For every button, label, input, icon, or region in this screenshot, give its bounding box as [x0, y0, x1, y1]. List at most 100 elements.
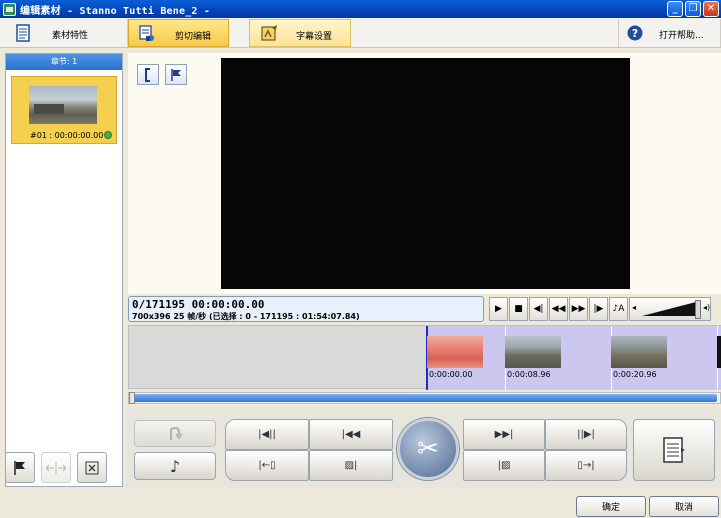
stop-icon: ■: [514, 304, 523, 314]
volume-up-icon: ◂): [703, 303, 711, 312]
play-button[interactable]: ▶: [489, 297, 508, 321]
dialog-footer: 确定 取消: [0, 492, 721, 518]
cut-button[interactable]: ✂: [397, 418, 459, 480]
set-end-button[interactable]: ▯→|: [545, 450, 627, 481]
step-forward-icon: |▶: [593, 304, 604, 314]
arrows-horizontal-icon: [45, 461, 67, 474]
cut-start-icon: ▨|: [344, 460, 358, 471]
next-cut-button[interactable]: ▶▶|: [463, 419, 545, 450]
transport-controls: ▶ ■ ◀| ◀◀ ▶▶ |▶ ♪A ◂ ◂): [489, 297, 721, 321]
delete-chapter-button[interactable]: [77, 452, 107, 483]
minimize-button[interactable]: _: [667, 1, 683, 17]
step-to-mark-icon: |◀||: [258, 429, 276, 440]
chapter-thumbnail: [29, 86, 97, 124]
scroll-track: [132, 394, 717, 402]
clip-time: 0:00:00.00: [429, 370, 473, 379]
cut-end-icon: |▨: [497, 460, 511, 471]
timeline-clip[interactable]: [505, 336, 561, 368]
scroll-thumb[interactable]: [129, 392, 135, 404]
timeline-clip[interactable]: [427, 336, 483, 368]
chapter-header: 章节: 1: [6, 54, 122, 70]
chapter-buttons: [5, 452, 107, 483]
tab-label: 素材特性: [52, 31, 89, 41]
maximize-button[interactable]: ❐: [685, 1, 701, 17]
set-start-button[interactable]: |←▯: [225, 450, 309, 481]
undo-button[interactable]: [134, 420, 216, 447]
go-to-mark-in-button[interactable]: |◀||: [225, 419, 309, 450]
flag-icon: [14, 460, 25, 475]
chapter-item[interactable]: #01 : 00:00:00.00: [11, 76, 117, 144]
clip-time: 0:00:20.96: [613, 370, 657, 379]
music-note-a-icon: ♪A: [612, 304, 625, 314]
document-icon: [16, 24, 30, 42]
volume-slider[interactable]: ◂ ◂): [629, 297, 711, 321]
add-chapter-button[interactable]: [5, 452, 35, 483]
tab-label: 剪切编辑: [175, 32, 212, 42]
play-icon: ▶: [495, 304, 502, 314]
fast-forward-icon: ▶▶: [571, 304, 586, 314]
chapter-panel: 章节: 1 #01 : 00:00:00.00: [5, 53, 123, 487]
rewind-button[interactable]: ◀◀: [549, 297, 568, 321]
stop-button[interactable]: ■: [509, 297, 528, 321]
music-note-icon: ♪: [169, 456, 181, 476]
window-controls: _ ❐ ✕: [667, 1, 719, 17]
step-back-icon: ◀|: [533, 304, 544, 314]
tab-cut-edit[interactable]: 剪切编辑: [128, 19, 229, 47]
prev-frame-button[interactable]: ◀|: [529, 297, 548, 321]
fast-forward-button[interactable]: ▶▶: [569, 297, 588, 321]
status-dot-icon: [104, 131, 112, 139]
edit-controls: ♪ |◀|| |◀◀ |←▯ ▨| ✂ ▶▶| ||▶| |▨ ▯→|: [126, 410, 721, 490]
volume-knob[interactable]: [695, 300, 701, 319]
timecode-display: 0/171195 00:00:00.00 700x396 25 帧/秒 (已选择…: [128, 296, 484, 322]
tab-clip-properties[interactable]: 素材特性: [0, 19, 128, 47]
timeline-clip[interactable]: [611, 336, 667, 368]
video-preview[interactable]: [221, 58, 630, 289]
undo-icon: [170, 426, 183, 440]
cut-start-button[interactable]: ▨|: [309, 450, 393, 481]
tab-subtitle-settings[interactable]: 字幕设置: [249, 19, 351, 47]
window-title: 编辑素材 - Stanno Tutti Bene_2 -: [20, 5, 211, 17]
close-box-icon: [85, 461, 99, 474]
rewind-icon: ◀◀: [551, 304, 566, 314]
bracket-icon: [145, 67, 150, 82]
mark-in-button[interactable]: [137, 64, 159, 85]
step-to-mark-out-icon: ||▶|: [577, 429, 595, 440]
cancel-button[interactable]: 取消: [649, 496, 719, 517]
timecode-info: 700x396 25 帧/秒 (已选择 : 0 - 171195 : 01:54…: [132, 312, 360, 321]
scissors-icon: ✂: [417, 434, 439, 464]
tab-label: 字幕设置: [296, 32, 333, 42]
audio-track-button[interactable]: ♪A: [609, 297, 628, 321]
previous-cut-icon: |◀◀: [341, 429, 361, 440]
previous-cut-button[interactable]: |◀◀: [309, 419, 393, 450]
edit-list-button[interactable]: [633, 419, 715, 481]
cut-end-button[interactable]: |▨: [463, 450, 545, 481]
timecode-main: 0/171195 00:00:00.00: [132, 298, 265, 311]
next-frame-button[interactable]: |▶: [589, 297, 608, 321]
help-button[interactable]: ? 打开帮助...: [618, 19, 721, 47]
flag-icon: [171, 68, 181, 81]
list-document-icon: [663, 437, 685, 463]
preview-area: [128, 53, 721, 294]
chapter-flag-button[interactable]: [165, 64, 187, 85]
film-edit-icon: [139, 25, 154, 41]
help-label: 打开帮助...: [659, 31, 704, 41]
clip-time: 0:00:08.96: [507, 370, 551, 379]
chapter-label: #01 : 00:00:00.00: [30, 131, 104, 140]
audio-button[interactable]: ♪: [134, 452, 216, 480]
subtitle-edit-icon: [261, 25, 277, 41]
ok-button[interactable]: 确定: [576, 496, 646, 517]
set-start-icon: |←▯: [258, 460, 276, 471]
go-to-mark-out-button[interactable]: ||▶|: [545, 419, 627, 450]
close-button[interactable]: ✕: [703, 1, 719, 17]
timeline[interactable]: 0:00:00.00 0:00:08.96 0:00:20.96: [128, 325, 721, 390]
timeline-scrollbar[interactable]: [128, 392, 721, 404]
volume-level: [642, 302, 696, 316]
merge-chapter-button[interactable]: [41, 452, 71, 483]
help-icon: ?: [627, 25, 643, 41]
next-cut-icon: ▶▶|: [494, 429, 514, 440]
app-icon: [3, 2, 16, 16]
svg-text:?: ?: [632, 27, 638, 40]
tab-bar: 素材特性 剪切编辑 字幕设置 ? 打开帮助...: [0, 18, 721, 48]
timeline-clip[interactable]: [717, 336, 721, 368]
volume-down-icon: ◂: [632, 303, 637, 312]
